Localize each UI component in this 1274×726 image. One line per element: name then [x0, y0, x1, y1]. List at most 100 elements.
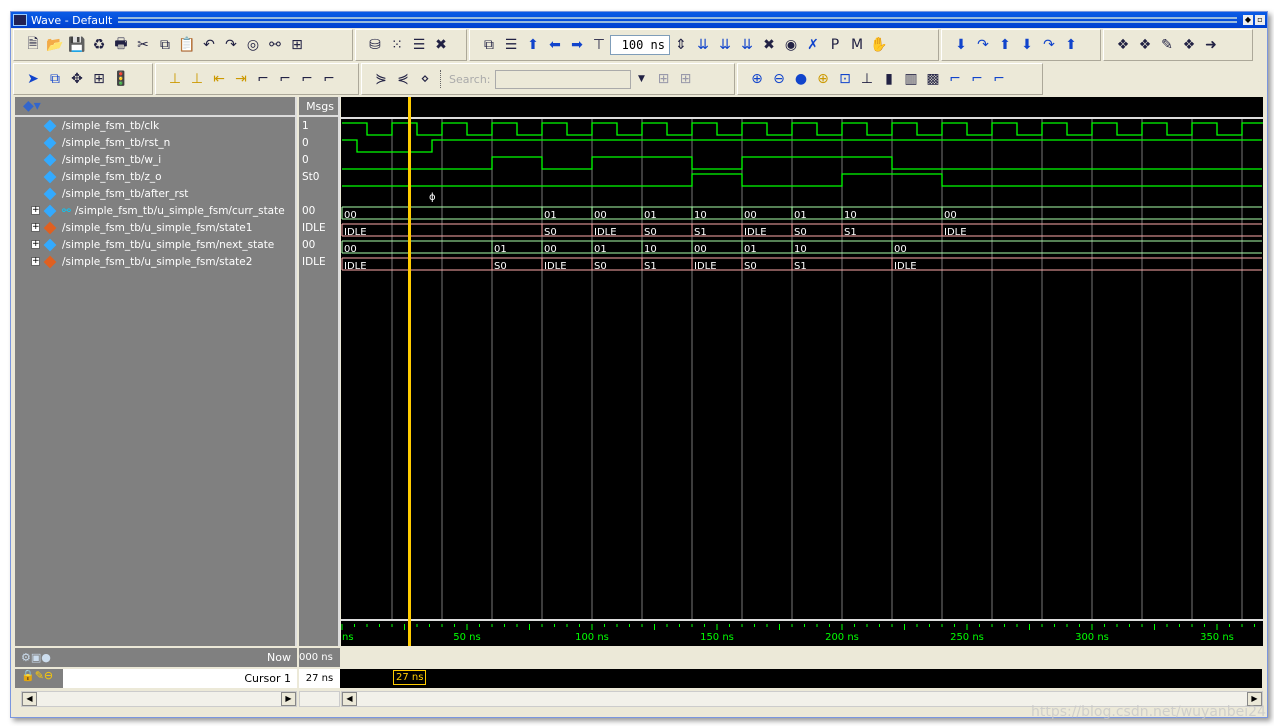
save-layout-icon[interactable]: ❖ — [1178, 34, 1200, 56]
cursor-track[interactable]: 27 ns — [340, 669, 1262, 688]
cut-icon[interactable]: ✂ — [132, 34, 154, 56]
zoom-in-icon[interactable]: ⊕ — [746, 68, 768, 90]
load-dataset-icon[interactable]: ⛁ — [364, 34, 386, 56]
cursor-tools-icon[interactable]: 🔒✎⊖ — [15, 669, 63, 688]
arrow-left-icon[interactable]: ⬅ — [544, 34, 566, 56]
waveform-canvas[interactable]: ϕ 00 01 00 01 10 00 01 10 00 IDLE S0 IDLE S0 S1 IDLE S0 S… — [341, 97, 1274, 646]
prev-edge-icon[interactable]: ⇤ — [208, 68, 230, 90]
dots-grid-icon[interactable]: ⁙ — [386, 34, 408, 56]
undock-button[interactable]: ◆ — [1243, 15, 1253, 25]
remove-cursor-icon[interactable]: ⊥ — [186, 68, 208, 90]
expand-tree-icon[interactable]: ⊞ — [286, 34, 308, 56]
redo-icon[interactable]: ↷ — [220, 34, 242, 56]
step-2-icon[interactable]: ⌐ — [966, 68, 988, 90]
insert-list-icon[interactable]: ☰ — [500, 34, 522, 56]
find-next-icon[interactable]: ⋞ — [392, 68, 414, 90]
names-scrollbar[interactable]: ◀ ▶ — [21, 691, 297, 707]
step-over-icon[interactable]: ↷ — [972, 34, 994, 56]
search-backward-icon[interactable]: ⊞ — [653, 68, 675, 90]
wave-2-icon[interactable]: ⌐ — [274, 68, 296, 90]
break-icon[interactable]: ✖ — [758, 34, 780, 56]
restart-icon[interactable]: ◉ — [780, 34, 802, 56]
pattern-icon[interactable]: ▩ — [922, 68, 944, 90]
zoom-out-icon[interactable]: ⊖ — [768, 68, 790, 90]
search-forward-icon[interactable]: ⊞ — [675, 68, 697, 90]
edit-list-icon[interactable]: ☰ — [408, 34, 430, 56]
remove-layout-icon[interactable]: ❖ — [1134, 34, 1156, 56]
delete-x-icon[interactable]: ✖ — [430, 34, 452, 56]
open-folder-icon[interactable]: 📂 — [44, 34, 66, 56]
title-grip[interactable] — [118, 17, 1237, 23]
run-all-icon[interactable]: ⇊ — [736, 34, 758, 56]
run-length-input[interactable]: 100 ns — [610, 35, 670, 55]
find-circle-icon[interactable]: ◎ — [242, 34, 264, 56]
zoom-box-icon[interactable]: ⧉ — [44, 68, 66, 90]
select-arrow-icon[interactable]: ➤ — [22, 68, 44, 90]
step-1-icon[interactable]: ⌐ — [944, 68, 966, 90]
dock-button[interactable]: ▫ — [1255, 15, 1265, 25]
zoom-full-icon[interactable]: ● — [790, 68, 812, 90]
expand-icon[interactable]: + — [31, 257, 40, 266]
expand-icon[interactable]: + — [31, 223, 40, 232]
find-prev-icon[interactable]: ⋟ — [370, 68, 392, 90]
signal-row[interactable]: + /simple_fsm_tb/u_simple_fsm/next_state — [23, 236, 295, 253]
step-down-icon[interactable]: ⬇ — [950, 34, 972, 56]
step-up-2-icon[interactable]: ⬆ — [1060, 34, 1082, 56]
next-layout-icon[interactable]: ➜ — [1200, 34, 1222, 56]
edit-layout-icon[interactable]: ✎ — [1156, 34, 1178, 56]
undo-icon[interactable]: ↶ — [198, 34, 220, 56]
find-expr-icon[interactable]: ⋄ — [414, 68, 436, 90]
add-cursor-icon[interactable]: ⊥ — [164, 68, 186, 90]
signal-row[interactable]: + /simple_fsm_tb/u_simple_fsm/state1 — [23, 219, 295, 236]
run-length-spinner-icon[interactable]: ⇕ — [670, 34, 692, 56]
step-down-2-icon[interactable]: ⬇ — [1016, 34, 1038, 56]
run-icon[interactable]: ⇊ — [692, 34, 714, 56]
zoom-cursor-icon[interactable]: ⊕ — [812, 68, 834, 90]
cursor-tag[interactable]: 27 ns — [393, 670, 427, 685]
waveform-pane[interactable]: ϕ 00 01 00 01 10 00 01 10 00 IDLE S0 IDLE S0 S1 IDLE S0 S… — [341, 97, 1274, 646]
step-up-icon[interactable]: ⬆ — [994, 34, 1016, 56]
arrow-up-icon[interactable]: ⬆ — [522, 34, 544, 56]
save-icon[interactable]: 💾 — [66, 34, 88, 56]
profile-p-icon[interactable]: P — [824, 34, 846, 56]
wave-layer-icon[interactable]: ◆▾ — [23, 98, 41, 114]
wave-style-1-icon[interactable]: ⊥ — [856, 68, 878, 90]
copy-icon[interactable]: ⧉ — [154, 34, 176, 56]
traffic-light-icon[interactable]: 🚦 — [110, 68, 132, 90]
wave-4-icon[interactable]: ⌐ — [318, 68, 340, 90]
signal-row[interactable]: /simple_fsm_tb/after_rst — [23, 185, 295, 202]
signal-row[interactable]: /simple_fsm_tb/rst_n — [23, 134, 295, 151]
wave-3-icon[interactable]: ⌐ — [296, 68, 318, 90]
step-x-icon[interactable]: ✗ — [802, 34, 824, 56]
step-3-icon[interactable]: ⌐ — [988, 68, 1010, 90]
expand-icon[interactable]: + — [31, 206, 40, 215]
insert-break-icon[interactable]: ⊤ — [588, 34, 610, 56]
signal-row[interactable]: /simple_fsm_tb/z_o — [23, 168, 295, 185]
new-file-icon[interactable]: 🗎 — [22, 34, 44, 56]
next-edge-icon[interactable]: ⇥ — [230, 68, 252, 90]
reload-icon[interactable]: ♻ — [88, 34, 110, 56]
add-layout-icon[interactable]: ❖ — [1112, 34, 1134, 56]
cursor-row[interactable]: 🔒✎⊖ Cursor 1 — [15, 669, 297, 688]
hand-icon[interactable]: ✋ — [868, 34, 890, 56]
now-tools-icon[interactable]: ⚙▣● — [21, 651, 51, 664]
wave-style-2-icon[interactable]: ▮ — [878, 68, 900, 90]
search-input[interactable] — [494, 69, 631, 89]
wave-style-3-icon[interactable]: ▥ — [900, 68, 922, 90]
expand-icon[interactable]: + — [31, 240, 40, 249]
memory-m-icon[interactable]: M — [846, 34, 868, 56]
run-continue-icon[interactable]: ⇊ — [714, 34, 736, 56]
paste-icon[interactable]: 📋 — [176, 34, 198, 56]
signal-row[interactable]: /simple_fsm_tb/clk — [23, 117, 295, 134]
wave-1-icon[interactable]: ⌐ — [252, 68, 274, 90]
signal-row[interactable]: + /simple_fsm_tb/u_simple_fsm/state2 — [23, 253, 295, 270]
signal-row[interactable]: + ⚯/simple_fsm_tb/u_simple_fsm/curr_state — [23, 202, 295, 219]
arrow-right-icon[interactable]: ➡ — [566, 34, 588, 56]
signal-row[interactable]: /simple_fsm_tb/w_i — [23, 151, 295, 168]
pan-icon[interactable]: ✥ — [66, 68, 88, 90]
insert-divider-icon[interactable]: ⊞ — [88, 68, 110, 90]
search-dropdown-icon[interactable]: ▼ — [631, 68, 653, 90]
print-icon[interactable]: 🖶 — [110, 34, 132, 56]
values-scrollbar[interactable] — [299, 691, 340, 707]
binoculars-icon[interactable]: ⚯ — [264, 34, 286, 56]
